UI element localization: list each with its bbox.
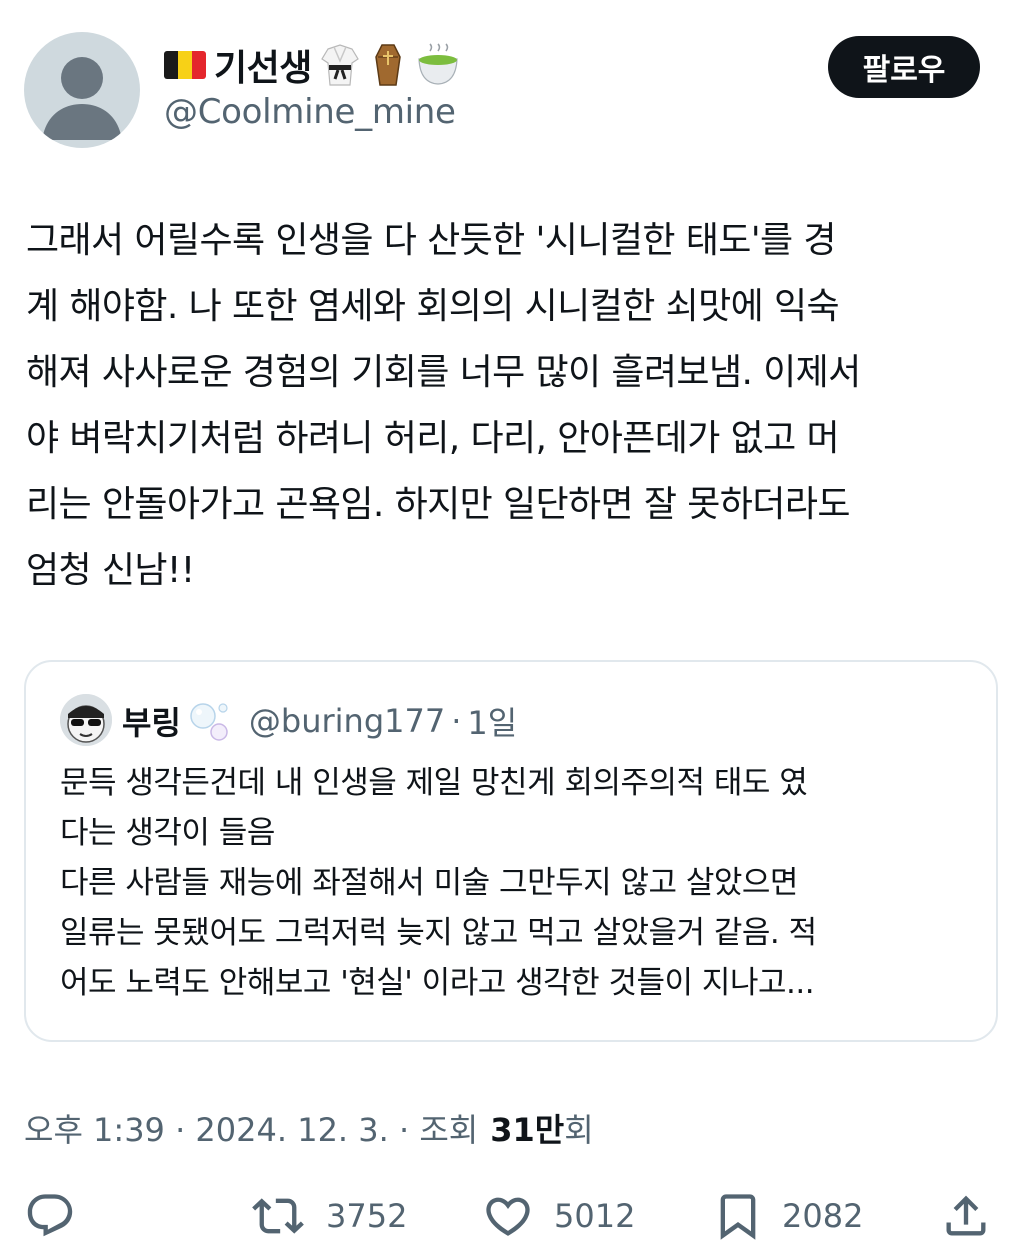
martial-arts-uniform-icon	[321, 44, 359, 86]
share-icon	[946, 1195, 986, 1236]
green-tea-icon	[418, 43, 458, 85]
retweet-count: 3752	[326, 1197, 408, 1235]
follow-button[interactable]: 팔로우	[828, 36, 980, 98]
tweet-meta: 오후 1:39 · 2024. 12. 3. · 조회 31만 회	[24, 1104, 594, 1152]
quoted-tweet-card[interactable]: 부링 @buring177 · 1일 문득 생각든건데 내 인생을 제일 망친게…	[24, 660, 998, 1042]
like-button[interactable]: 5012	[480, 1186, 635, 1246]
action-bar: 3752 5012 2082	[0, 1186, 1024, 1246]
sunglasses-character-avatar-icon	[60, 694, 112, 746]
view-count-suffix: 회	[564, 1111, 594, 1149]
author-avatar[interactable]	[24, 32, 140, 148]
flag-belgium-icon	[164, 51, 206, 79]
author-name-line[interactable]: 기선생	[164, 40, 460, 90]
quoted-author-avatar[interactable]	[60, 694, 112, 746]
quoted-tweet-time[interactable]: 1일	[467, 698, 517, 744]
timestamp[interactable]: 오후 1:39 · 2024. 12. 3. · 조회	[24, 1105, 478, 1151]
separator-dot: ·	[451, 702, 462, 740]
reply-button[interactable]	[24, 1186, 76, 1246]
heart-icon	[486, 1197, 530, 1236]
quoted-tweet-header[interactable]: 부링 @buring177 · 1일	[122, 696, 517, 746]
bookmark-count: 2082	[782, 1197, 864, 1235]
reply-icon	[27, 1194, 73, 1237]
like-count: 5012	[554, 1197, 636, 1235]
view-count[interactable]: 31만	[490, 1105, 564, 1151]
bookmark-button[interactable]: 2082	[712, 1186, 863, 1246]
share-button[interactable]	[940, 1186, 992, 1246]
retweet-icon	[252, 1198, 304, 1234]
quoted-author-handle[interactable]: @buring177	[249, 702, 445, 740]
tweet-text: 그래서 어릴수록 인생을 다 산듯한 '시니컬한 태도'를 경 계 해야함. 나…	[26, 220, 861, 591]
quoted-author-name[interactable]: 부링	[122, 698, 181, 744]
default-avatar-icon	[42, 57, 122, 140]
author-handle[interactable]: @Coolmine_mine	[164, 92, 456, 132]
retweet-button[interactable]: 3752	[248, 1186, 407, 1246]
coffin-icon	[375, 44, 401, 86]
quoted-tweet-text: 문득 생각든건데 내 인생을 제일 망친게 회의주의적 태도 였 다는 생각이 …	[60, 765, 817, 1001]
bubbles-icon	[190, 703, 228, 741]
bookmark-icon	[720, 1194, 756, 1240]
author-display-name[interactable]: 기선생	[214, 39, 312, 91]
